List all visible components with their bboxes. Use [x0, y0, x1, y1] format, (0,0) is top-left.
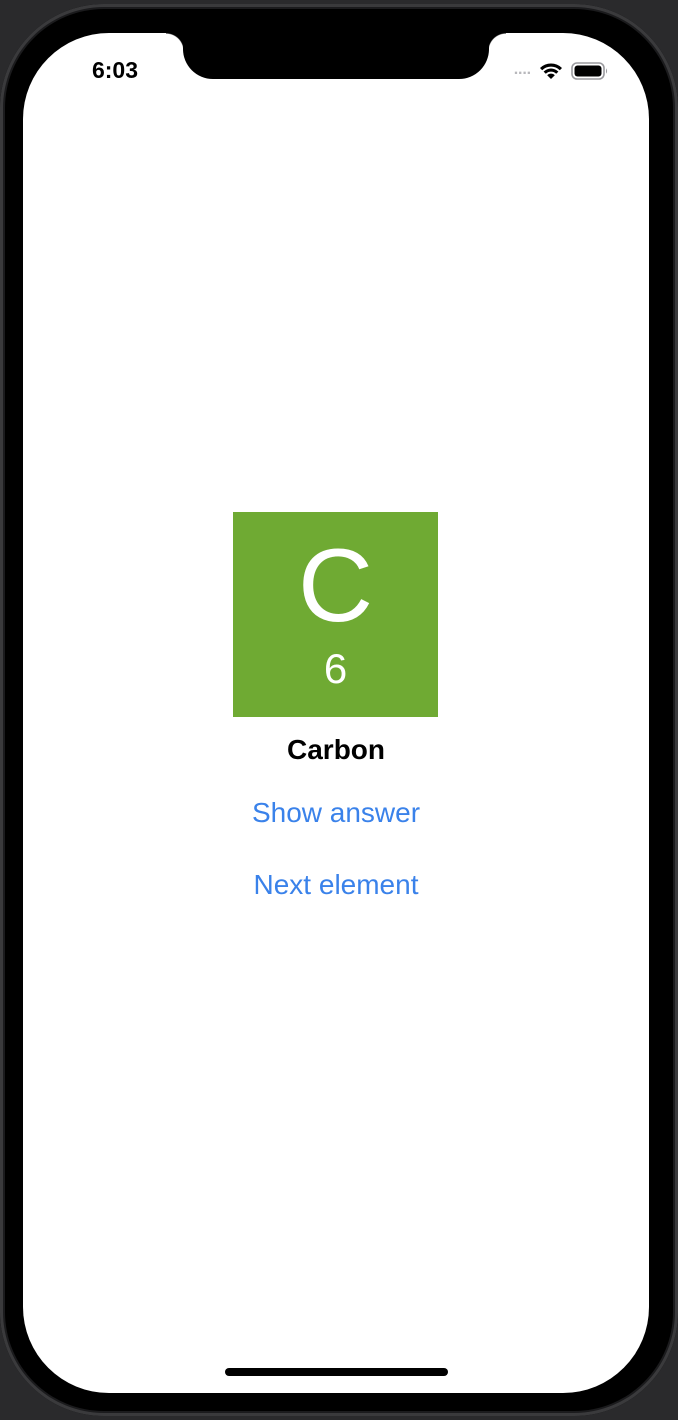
atomic-number: 6 [323, 645, 348, 692]
element-name-label: Carbon [287, 734, 385, 765]
element-tile: C 6 [233, 512, 438, 717]
home-indicator[interactable] [225, 1368, 448, 1376]
device-frame: 6:03 ···· C 6 Carbon Show answer Next el… [0, 4, 678, 1416]
show-answer-button[interactable]: Show answer [23, 797, 649, 829]
main-content: C 6 Carbon Show answer Next element [23, 33, 649, 1393]
element-symbol: C [297, 528, 374, 644]
next-element-button[interactable]: Next element [23, 869, 649, 901]
app-screen: 6:03 ···· C 6 Carbon Show answer Next el… [23, 33, 649, 1393]
